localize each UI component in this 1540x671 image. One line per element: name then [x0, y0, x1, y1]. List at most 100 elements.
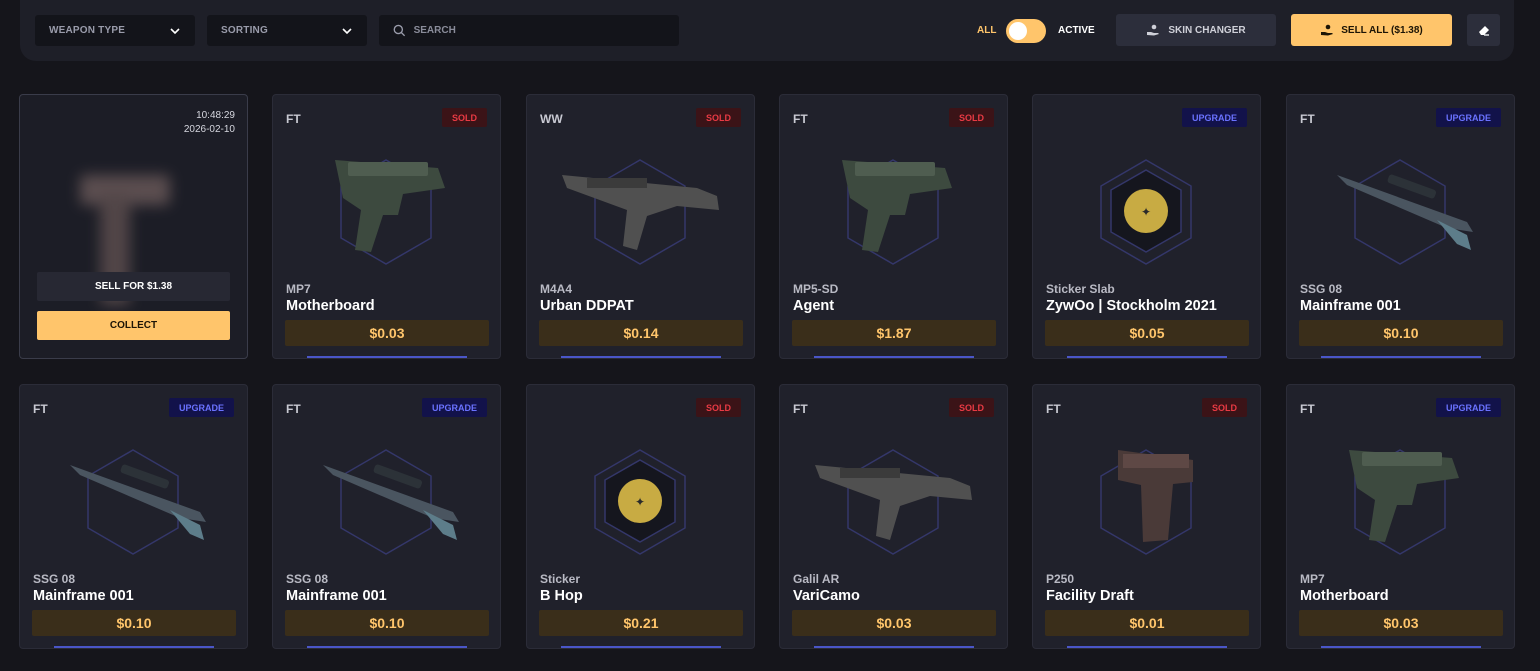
item-price: $0.10	[1299, 320, 1503, 346]
status-badge[interactable]: UPGRADE	[1435, 108, 1501, 127]
status-badge: SOLD	[948, 108, 994, 127]
wear-label: FT	[1300, 112, 1315, 126]
card-divider	[561, 646, 721, 648]
hand-coins-icon	[1321, 24, 1334, 36]
toggle-knob	[1009, 22, 1027, 40]
card-divider	[814, 646, 974, 648]
wear-label: FT	[793, 112, 808, 126]
skin-changer-label: SKIN CHANGER	[1168, 24, 1246, 36]
wear-label: WW	[540, 112, 563, 126]
sell-for-button[interactable]: SELL FOR $1.38	[37, 272, 230, 301]
status-badge: SOLD	[1201, 398, 1247, 417]
card-divider	[814, 356, 974, 358]
card-divider	[1067, 646, 1227, 648]
sticker-icon: ✦	[1033, 140, 1260, 270]
item-card[interactable]: UPGRADE ✦ Sticker Slab ZywOo | Stockholm…	[1032, 94, 1261, 359]
card-divider	[1067, 356, 1227, 358]
status-badge[interactable]: UPGRADE	[1435, 398, 1501, 417]
item-card[interactable]: FT UPGRADE SSG 08 Mainframe 001 $0.10	[19, 384, 248, 649]
wear-label: FT	[286, 112, 301, 126]
item-name: B Hop	[540, 588, 583, 604]
item-card[interactable]: FT SOLD P250 Facility Draft $0.01	[1032, 384, 1261, 649]
wear-label: FT	[286, 402, 301, 416]
item-card[interactable]: FT UPGRADE MP7 Motherboard $0.03	[1286, 384, 1515, 649]
item-type: MP7	[1300, 572, 1325, 586]
item-name: Mainframe 001	[1300, 298, 1401, 314]
toggle-all-label: ALL	[977, 25, 997, 36]
item-name: Mainframe 001	[286, 588, 387, 604]
drop-time: 10:48:29	[196, 110, 235, 121]
item-card[interactable]: FT UPGRADE SSG 08 Mainframe 001 $0.10	[272, 384, 501, 649]
chevron-down-icon	[342, 27, 352, 34]
rifle-icon	[780, 430, 1007, 560]
item-card[interactable]: FT SOLD MP5-SD Agent $1.87	[779, 94, 1008, 359]
card-divider	[54, 646, 214, 648]
item-card[interactable]: SOLD ✦ Sticker B Hop $0.21	[526, 384, 755, 649]
card-divider	[307, 356, 467, 358]
item-type: MP5-SD	[793, 282, 839, 296]
collect-button[interactable]: COLLECT	[37, 311, 230, 340]
card-divider	[307, 646, 467, 648]
rifle-icon	[527, 140, 754, 270]
item-card[interactable]: FT UPGRADE SSG 08 Mainframe 001 $0.10	[1286, 94, 1515, 359]
sticker-icon: ✦	[527, 430, 754, 560]
item-type: SSG 08	[1300, 282, 1343, 296]
item-price: $0.10	[285, 610, 489, 636]
search-icon	[393, 24, 406, 37]
status-badge[interactable]: UPGRADE	[168, 398, 234, 417]
eraser-button[interactable]	[1467, 14, 1500, 46]
item-card[interactable]: WW SOLD M4A4 Urban DDPAT $0.14	[526, 94, 755, 359]
item-card[interactable]: FT SOLD MP7 Motherboard $0.03	[272, 94, 501, 359]
pistol-icon	[1033, 430, 1260, 560]
item-price: $0.03	[1299, 610, 1503, 636]
item-price: $0.05	[1045, 320, 1249, 346]
item-type: M4A4	[540, 282, 573, 296]
wear-label: FT	[33, 402, 48, 416]
active-toggle[interactable]	[1006, 19, 1046, 43]
chevron-down-icon	[170, 27, 180, 34]
search-input[interactable]	[413, 25, 665, 36]
sniper-icon	[20, 430, 247, 560]
item-price: $0.03	[792, 610, 996, 636]
item-price: $1.87	[792, 320, 996, 346]
toolbar: WEAPON TYPE SORTING ALL ACTIVE SKIN CHAN…	[20, 0, 1514, 61]
item-name: Motherboard	[1300, 588, 1389, 604]
wear-label: FT	[793, 402, 808, 416]
drop-timestamp: 10:48:29 2026-02-10	[184, 109, 235, 137]
item-name: Urban DDPAT	[540, 298, 634, 314]
toggle-active-label: ACTIVE	[1058, 25, 1095, 36]
wear-label: FT	[1300, 402, 1315, 416]
item-name: Facility Draft	[1046, 588, 1134, 604]
item-name: Agent	[793, 298, 835, 314]
smg-icon	[780, 140, 1007, 270]
drop-date: 2026-02-10	[183, 124, 235, 135]
item-name: ZywOo | Stockholm 2021	[1046, 298, 1217, 314]
weapon-type-dropdown[interactable]: WEAPON TYPE	[35, 15, 195, 46]
weapon-type-label: WEAPON TYPE	[49, 25, 126, 36]
sell-all-button[interactable]: SELL ALL ($1.38)	[1291, 14, 1452, 46]
card-divider	[561, 356, 721, 358]
item-type: Sticker Slab	[1046, 282, 1115, 296]
item-price: $0.14	[539, 320, 743, 346]
card-divider	[1321, 646, 1481, 648]
svg-text:✦: ✦	[1141, 205, 1151, 219]
skin-changer-button[interactable]: SKIN CHANGER	[1116, 14, 1276, 46]
item-price: $0.01	[1045, 610, 1249, 636]
item-type: SSG 08	[286, 572, 329, 586]
sell-all-label: SELL ALL ($1.38)	[1341, 24, 1423, 36]
smg-icon	[273, 140, 500, 270]
item-type: P250	[1046, 572, 1075, 586]
item-price: $0.03	[285, 320, 489, 346]
status-badge: SOLD	[695, 108, 741, 127]
status-badge: SOLD	[441, 108, 487, 127]
item-card[interactable]: FT SOLD Galil AR VariCamo $0.03	[779, 384, 1008, 649]
sorting-dropdown[interactable]: SORTING	[207, 15, 367, 46]
eraser-icon	[1478, 26, 1489, 36]
search-box	[379, 15, 679, 46]
pending-drop-card: 10:48:29 2026-02-10 SELL FOR $1.38 COLLE…	[19, 94, 248, 359]
status-badge[interactable]: UPGRADE	[1181, 108, 1247, 127]
status-badge[interactable]: UPGRADE	[421, 398, 487, 417]
wear-label: FT	[1046, 402, 1061, 416]
status-badge: SOLD	[948, 398, 994, 417]
item-type: MP7	[286, 282, 311, 296]
